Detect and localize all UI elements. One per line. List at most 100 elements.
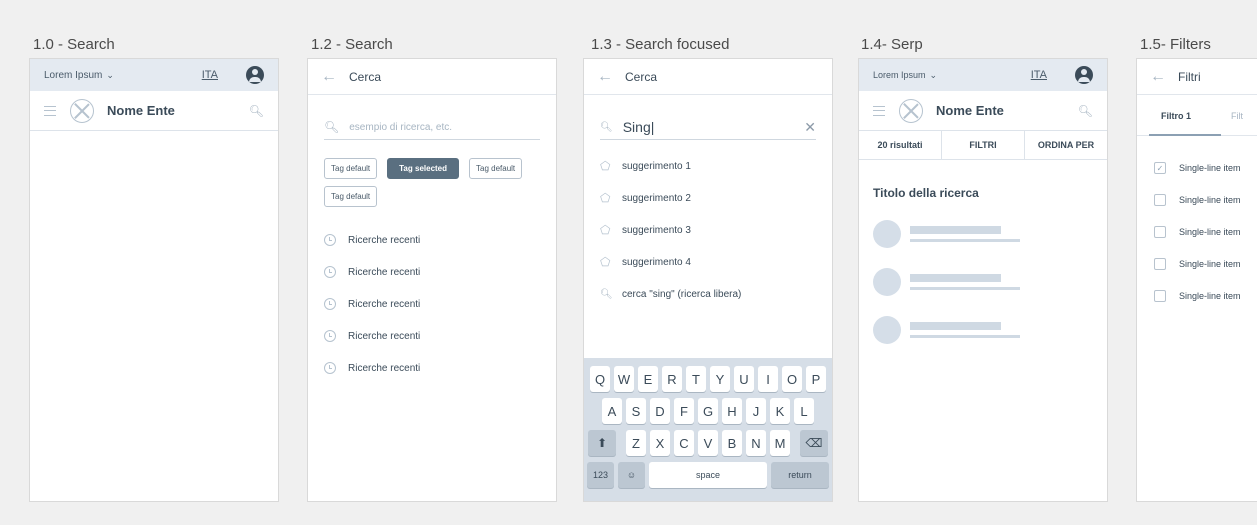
list-item[interactable]: ⬠ suggerimento 2 bbox=[584, 182, 832, 214]
pentagon-icon: ⬠ bbox=[600, 191, 611, 205]
pentagon-icon: ⬠ bbox=[600, 159, 611, 173]
key-e[interactable]: E bbox=[638, 366, 658, 392]
list-item[interactable]: ⬠ suggerimento 4 bbox=[584, 246, 832, 278]
site-dropdown-label[interactable]: Lorem Ipsum bbox=[44, 70, 102, 81]
numbers-key[interactable]: 123 bbox=[587, 462, 614, 488]
key-m[interactable]: M bbox=[770, 430, 790, 456]
tag-chip[interactable]: Tag default bbox=[324, 186, 378, 207]
shift-key[interactable]: ⬆ bbox=[588, 430, 616, 456]
language-link[interactable]: ITA bbox=[202, 69, 218, 81]
checkbox[interactable] bbox=[1154, 226, 1166, 238]
list-item-label: Single-line item bbox=[1179, 163, 1241, 173]
key-j[interactable]: J bbox=[746, 398, 766, 424]
key-u[interactable]: U bbox=[734, 366, 754, 392]
checkbox-checked[interactable]: ✓ bbox=[1154, 162, 1166, 174]
key-b[interactable]: B bbox=[722, 430, 742, 456]
list-item[interactable]: Ricerche recenti bbox=[308, 320, 556, 352]
key-z[interactable]: Z bbox=[626, 430, 646, 456]
result-item-skeleton[interactable] bbox=[873, 268, 1107, 296]
language-link[interactable]: ITA bbox=[1031, 69, 1047, 81]
key-a[interactable]: A bbox=[602, 398, 622, 424]
arrow-left-icon[interactable]: ← bbox=[1150, 68, 1166, 86]
tab-filtro-1[interactable]: Filtro 1 bbox=[1137, 95, 1191, 135]
search-input[interactable]: 🔍︎ Sing| ✕ bbox=[600, 115, 816, 140]
key-w[interactable]: W bbox=[614, 366, 634, 392]
key-s[interactable]: S bbox=[626, 398, 646, 424]
arrow-left-icon[interactable]: ← bbox=[597, 68, 613, 86]
key-k[interactable]: K bbox=[770, 398, 790, 424]
screen-search: ← Cerca 🔍︎ esempio di ricerca, etc. Tag … bbox=[307, 58, 557, 502]
key-f[interactable]: F bbox=[674, 398, 694, 424]
list-item[interactable]: Single-line item bbox=[1137, 280, 1257, 312]
back-bar-title: Cerca bbox=[349, 69, 382, 84]
order-by-button[interactable]: ORDINA PER bbox=[1025, 131, 1107, 159]
key-o[interactable]: O bbox=[782, 366, 802, 392]
arrow-left-icon[interactable]: ← bbox=[321, 68, 337, 86]
shift-icon: ⬆ bbox=[596, 436, 608, 450]
list-item[interactable]: Ricerche recenti bbox=[308, 224, 556, 256]
chevron-down-icon[interactable]: ⌄ bbox=[930, 70, 938, 81]
tag-chip-selected[interactable]: Tag selected bbox=[387, 158, 460, 179]
clock-icon bbox=[324, 234, 336, 246]
search-input[interactable]: 🔍︎ esempio di ricerca, etc. bbox=[324, 115, 540, 140]
back-bar: ← Cerca bbox=[308, 59, 556, 95]
list-item[interactable]: Single-line item bbox=[1137, 216, 1257, 248]
checkbox[interactable] bbox=[1154, 258, 1166, 270]
tag-chip[interactable]: Tag default bbox=[469, 158, 523, 179]
key-t[interactable]: T bbox=[686, 366, 706, 392]
filter-tabs: Filtro 1 Filt bbox=[1137, 95, 1257, 136]
chevron-down-icon[interactable]: ⌄ bbox=[106, 70, 114, 81]
filters-button[interactable]: FILTRI bbox=[942, 131, 1025, 159]
search-icon[interactable]: 🔍︎ bbox=[249, 104, 264, 118]
list-item-label: suggerimento 1 bbox=[622, 160, 691, 172]
tag-chip[interactable]: Tag default bbox=[324, 158, 378, 179]
list-item-label: suggerimento 2 bbox=[622, 192, 691, 204]
space-key[interactable]: space bbox=[649, 462, 767, 488]
filter-options-list: ✓ Single-line item Single-line item Singl… bbox=[1137, 152, 1257, 312]
user-icon[interactable] bbox=[246, 66, 264, 84]
key-v[interactable]: V bbox=[698, 430, 718, 456]
key-q[interactable]: Q bbox=[590, 366, 610, 392]
key-x[interactable]: X bbox=[650, 430, 670, 456]
list-item[interactable]: ⬠ suggerimento 3 bbox=[584, 214, 832, 246]
emoji-key[interactable]: ☺ bbox=[618, 462, 645, 488]
key-p[interactable]: P bbox=[806, 366, 826, 392]
key-i[interactable]: I bbox=[758, 366, 778, 392]
list-item-label: cerca "sing" (ricerca libera) bbox=[622, 288, 742, 300]
list-item[interactable]: ✓ Single-line item bbox=[1137, 152, 1257, 184]
hamburger-menu-icon[interactable] bbox=[873, 105, 885, 116]
frame-title-1-4: 1.4- Serp bbox=[861, 36, 923, 53]
results-toolbar: 20 risultati FILTRI ORDINA PER bbox=[859, 131, 1107, 160]
user-icon[interactable] bbox=[1075, 66, 1093, 84]
list-item-label: Ricerche recenti bbox=[348, 298, 421, 310]
key-y[interactable]: Y bbox=[710, 366, 730, 392]
list-item[interactable]: Ricerche recenti bbox=[308, 352, 556, 384]
tab-filtro-2[interactable]: Filt bbox=[1191, 95, 1243, 135]
key-c[interactable]: C bbox=[674, 430, 694, 456]
list-item[interactable]: Ricerche recenti bbox=[308, 256, 556, 288]
return-key[interactable]: return bbox=[771, 462, 829, 488]
active-tab-indicator bbox=[1149, 134, 1221, 136]
list-item[interactable]: ⬠ suggerimento 1 bbox=[584, 150, 832, 182]
backspace-key[interactable]: ⌫ bbox=[800, 430, 828, 456]
key-r[interactable]: R bbox=[662, 366, 682, 392]
key-n[interactable]: N bbox=[746, 430, 766, 456]
result-item-skeleton[interactable] bbox=[873, 220, 1107, 248]
list-item[interactable]: Ricerche recenti bbox=[308, 288, 556, 320]
checkbox[interactable] bbox=[1154, 290, 1166, 302]
checkbox[interactable] bbox=[1154, 194, 1166, 206]
key-d[interactable]: D bbox=[650, 398, 670, 424]
site-dropdown-label[interactable]: Lorem Ipsum bbox=[873, 70, 926, 80]
hamburger-menu-icon[interactable] bbox=[44, 105, 56, 116]
close-icon[interactable]: ✕ bbox=[804, 119, 816, 136]
search-icon: 🔍︎ bbox=[324, 120, 340, 134]
key-h[interactable]: H bbox=[722, 398, 742, 424]
key-l[interactable]: L bbox=[794, 398, 814, 424]
list-item[interactable]: Single-line item bbox=[1137, 184, 1257, 216]
list-item[interactable]: 🔍︎ cerca "sing" (ricerca libera) bbox=[584, 278, 832, 310]
result-item-skeleton[interactable] bbox=[873, 316, 1107, 344]
search-icon[interactable]: 🔍︎ bbox=[1078, 104, 1093, 118]
back-bar: ← Cerca bbox=[584, 59, 832, 95]
key-g[interactable]: G bbox=[698, 398, 718, 424]
list-item[interactable]: Single-line item bbox=[1137, 248, 1257, 280]
